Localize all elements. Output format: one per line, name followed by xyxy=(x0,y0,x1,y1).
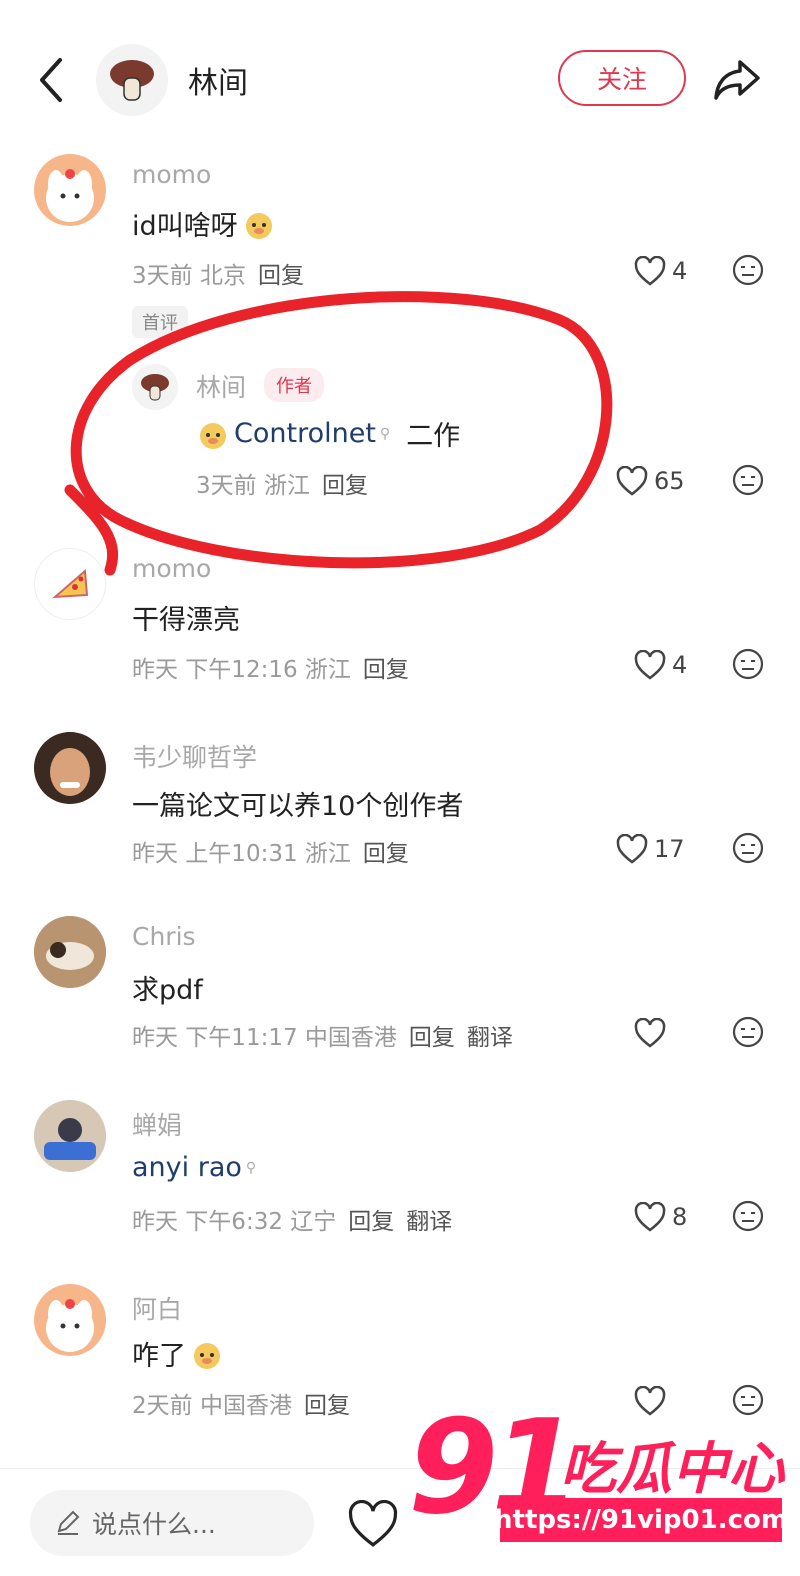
reply-button[interactable]: 回复 xyxy=(363,657,409,683)
comment-avatar[interactable] xyxy=(34,916,106,988)
emoji-icon xyxy=(245,212,272,239)
heart-outline-icon xyxy=(634,1018,666,1048)
watermark-url: https://91vip01.com xyxy=(494,1498,788,1542)
comment-text: 咋了 xyxy=(132,1334,224,1373)
heart-outline-icon xyxy=(634,650,666,680)
comment-meta: 昨天 下午11:17 中国香港 回复 翻译 xyxy=(132,1025,513,1051)
comment-username[interactable]: 蝉娟 xyxy=(132,1106,182,1142)
page-title: 林间 xyxy=(188,66,248,101)
emoji-reaction-icon[interactable] xyxy=(732,464,764,496)
comment-meta: 昨天 下午6:32 辽宁 回复 翻译 xyxy=(132,1209,453,1235)
person-photo-icon xyxy=(34,1100,106,1172)
reply-button[interactable]: 回复 xyxy=(304,1393,350,1419)
like-count: 4 xyxy=(672,651,688,679)
mushroom-icon xyxy=(110,60,154,101)
heart-outline-icon[interactable] xyxy=(634,1386,666,1416)
pencil-icon xyxy=(57,1510,80,1535)
comment-avatar[interactable] xyxy=(34,1100,106,1172)
comment-avatar[interactable] xyxy=(34,732,106,804)
dog-photo-icon xyxy=(34,916,106,988)
emoji-reaction-icon[interactable] xyxy=(732,1384,764,1416)
bunny-avatar-icon xyxy=(46,1299,94,1352)
comment-avatar[interactable] xyxy=(34,548,106,620)
translate-button[interactable]: 翻译 xyxy=(406,1209,452,1235)
heart-outline-icon xyxy=(616,834,648,864)
comment-meta: 昨天 下午12:16 浙江 回复 xyxy=(132,657,409,683)
comment-username[interactable]: momo xyxy=(132,554,211,583)
pizza-icon xyxy=(52,568,89,599)
like-button[interactable] xyxy=(634,1018,672,1048)
emoji-reaction-icon[interactable] xyxy=(732,1200,764,1232)
comment-text: anyi rao ⚲ xyxy=(132,1152,256,1183)
like-button[interactable]: 4 xyxy=(634,256,687,286)
comment-username[interactable]: 阿白 xyxy=(132,1290,182,1326)
reply-button[interactable]: 回复 xyxy=(348,1209,394,1235)
heart-outline-icon xyxy=(634,256,666,286)
heart-outline-icon xyxy=(634,1202,666,1232)
back-chevron-icon[interactable] xyxy=(36,56,66,104)
comment-meta: 2天前 中国香港 回复 xyxy=(132,1393,350,1419)
like-count: 8 xyxy=(672,1203,688,1231)
like-button[interactable]: 8 xyxy=(634,1202,687,1232)
comment-avatar[interactable] xyxy=(34,154,106,226)
emoji-reaction-icon[interactable] xyxy=(732,832,764,864)
heart-outline-icon xyxy=(616,466,648,496)
red-circle-annotation xyxy=(64,291,613,576)
like-count: 17 xyxy=(654,835,685,863)
mention-link[interactable]: anyi rao xyxy=(132,1152,242,1183)
like-count: 4 xyxy=(672,257,688,285)
emoji-reaction-icon[interactable] xyxy=(732,648,764,680)
comment-text: id叫啥呀 xyxy=(132,204,276,243)
comment-username[interactable]: momo xyxy=(132,160,211,189)
watermark-text: 吃瓜中心 xyxy=(560,1437,784,1502)
like-button[interactable]: 65 xyxy=(616,466,685,496)
comment-meta: 昨天 上午10:31 浙江 回复 xyxy=(132,841,409,867)
like-button[interactable]: 17 xyxy=(616,834,685,864)
search-icon: ⚲ xyxy=(245,1159,257,1176)
comment-avatar[interactable] xyxy=(34,1284,106,1356)
emoji-icon xyxy=(194,1342,220,1369)
author-avatar[interactable] xyxy=(96,44,168,116)
comment-text: 求pdf xyxy=(132,975,203,1006)
comment-input-placeholder: 说点什么... xyxy=(92,1510,216,1539)
face-photo-icon xyxy=(34,732,106,804)
heart-outline-icon[interactable] xyxy=(346,1500,400,1548)
emoji-reaction-icon[interactable] xyxy=(732,254,764,286)
comment-text: 干得漂亮 xyxy=(132,605,240,636)
translate-button[interactable]: 翻译 xyxy=(467,1025,513,1051)
comment-username[interactable]: Chris xyxy=(132,922,196,951)
reply-button[interactable]: 回复 xyxy=(363,841,409,867)
comment-text: 一篇论文可以养10个创作者 xyxy=(132,791,464,822)
share-icon[interactable] xyxy=(712,56,762,102)
like-count: 65 xyxy=(654,467,685,495)
bunny-avatar-icon xyxy=(46,169,94,222)
comment-input[interactable]: 说点什么... xyxy=(30,1490,314,1556)
reply-button[interactable]: 回复 xyxy=(409,1025,455,1051)
comment-username[interactable]: 韦少聊哲学 xyxy=(132,738,257,774)
like-button[interactable]: 4 xyxy=(634,650,687,680)
emoji-reaction-icon[interactable] xyxy=(732,1016,764,1048)
follow-button[interactable]: 关注 xyxy=(558,50,686,106)
